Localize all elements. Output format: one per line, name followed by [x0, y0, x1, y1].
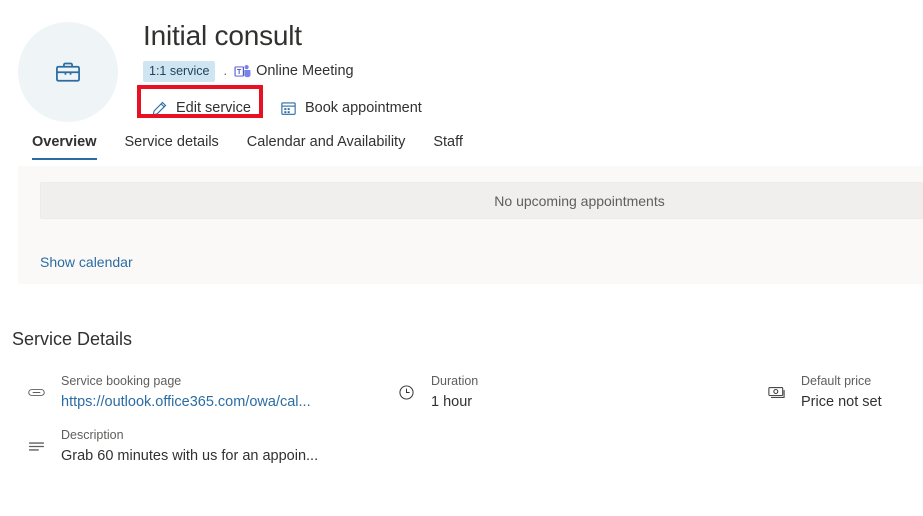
calendar-icon — [280, 100, 297, 117]
book-appointment-button[interactable]: Book appointment — [272, 93, 430, 123]
link-icon — [22, 373, 50, 402]
meta-separator: . — [223, 63, 228, 78]
upcoming-appointments-panel: No upcoming appointments Show calendar — [18, 166, 923, 284]
service-details-heading: Service Details — [12, 329, 133, 349]
empty-appointments-box: No upcoming appointments — [40, 182, 923, 219]
empty-appointments-label: No upcoming appointments — [494, 192, 665, 209]
detail-value: Grab 60 minutes with us for an appoin... — [61, 448, 319, 464]
teams-icon: T — [234, 64, 251, 79]
svg-text:T: T — [237, 69, 242, 76]
detail-description: Description Grab 60 minutes with us for … — [22, 427, 318, 467]
detail-value: Price not set — [801, 394, 882, 410]
detail-value[interactable]: https://outlook.office365.com/owa/cal... — [61, 391, 311, 413]
service-meta-row: 1:1 service . T Online Meeting — [143, 60, 923, 82]
clock-icon — [392, 373, 420, 402]
tab-calendar-availability[interactable]: Calendar and Availability — [233, 128, 420, 160]
status-badge: 1:1 service — [143, 60, 216, 82]
tab-staff[interactable]: Staff — [419, 128, 477, 160]
meeting-type-label: Online Meeting — [256, 63, 354, 79]
detail-label: Duration — [431, 374, 479, 388]
detail-service-booking-page: Service booking page https://outlook.off… — [22, 373, 311, 413]
tab-overview[interactable]: Overview — [18, 128, 111, 160]
edit-service-label: Edit service — [176, 100, 251, 116]
money-icon — [762, 373, 790, 402]
service-details-grid: Service booking page https://outlook.off… — [0, 373, 923, 483]
show-calendar-link[interactable]: Show calendar — [40, 254, 133, 270]
service-details-section: Service Details Service booking page htt… — [0, 327, 923, 483]
tab-service-details[interactable]: Service details — [111, 128, 233, 160]
detail-label: Service booking page — [61, 374, 182, 388]
edit-service-button[interactable]: Edit service — [143, 93, 259, 123]
pencil-icon — [151, 100, 168, 117]
header-main: Initial consult 1:1 service . T Online M… — [143, 18, 923, 124]
avatar — [18, 22, 118, 122]
tab-bar: Overview Service details Calendar and Av… — [18, 128, 923, 166]
header-actions: Edit service Book appointment — [143, 92, 923, 124]
service-header: Initial consult 1:1 service . T Online M… — [0, 0, 923, 128]
briefcase-icon — [54, 58, 82, 86]
detail-label: Default price — [801, 374, 872, 388]
book-appointment-label: Book appointment — [304, 100, 422, 116]
page-title: Initial consult — [143, 20, 302, 51]
detail-default-price: Default price Price not set — [762, 373, 882, 413]
detail-duration: Duration 1 hour — [392, 373, 478, 413]
detail-value: 1 hour — [431, 394, 473, 410]
detail-label: Description — [61, 428, 124, 442]
description-lines-icon — [22, 427, 50, 456]
